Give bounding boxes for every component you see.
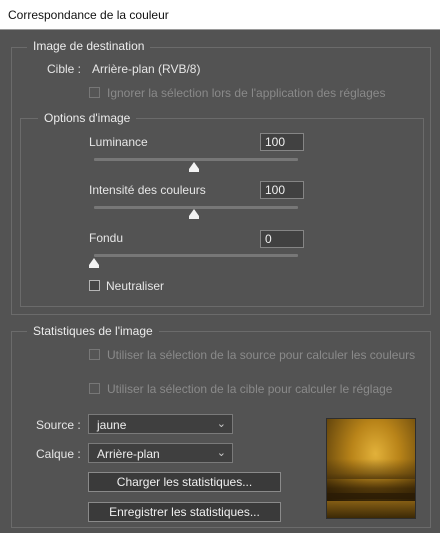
stats-legend: Statistiques de l'image xyxy=(27,324,159,338)
preview-water xyxy=(327,501,415,518)
luminance-input[interactable]: 100 xyxy=(260,133,304,151)
preview-shore xyxy=(327,493,415,499)
layer-select-value: Arrière-plan xyxy=(97,447,160,461)
chevron-down-icon: ⌄ xyxy=(216,447,226,459)
use-source-selection-label: Utiliser la sélection de la source pour … xyxy=(107,348,416,362)
use-source-selection-checkbox[interactable] xyxy=(89,349,100,360)
intensity-input[interactable]: 100 xyxy=(260,181,304,199)
load-stats-button[interactable]: Charger les statistiques... xyxy=(88,472,281,492)
intensity-label: Intensité des couleurs xyxy=(89,183,206,197)
intensity-slider-thumb[interactable] xyxy=(189,209,199,219)
layer-label: Calque : xyxy=(36,447,81,461)
save-stats-button[interactable]: Enregistrer les statistiques... xyxy=(88,502,281,522)
destination-legend: Image de destination xyxy=(27,39,151,53)
target-value: Arrière-plan (RVB/8) xyxy=(92,62,201,76)
use-target-selection-label: Utiliser la sélection de la cible pour c… xyxy=(107,382,393,396)
fade-slider-thumb[interactable] xyxy=(89,258,99,268)
fade-slider-track[interactable] xyxy=(94,254,298,257)
layer-select[interactable]: Arrière-plan ⌄ xyxy=(88,443,233,463)
neutralize-label: Neutraliser xyxy=(106,279,165,293)
preview-hill xyxy=(327,459,415,479)
ignore-selection-checkbox[interactable] xyxy=(89,87,100,98)
fade-input[interactable]: 0 xyxy=(260,230,304,248)
source-preview-image xyxy=(326,418,416,519)
neutralize-checkbox[interactable] xyxy=(89,280,100,291)
image-options-group xyxy=(20,118,424,307)
title-bar: Correspondance de la couleur xyxy=(0,0,440,30)
ignore-selection-label: Ignorer la sélection lors de l'applicati… xyxy=(107,86,386,100)
source-label: Source : xyxy=(36,418,81,432)
luminance-slider-track[interactable] xyxy=(94,158,298,161)
luminance-label: Luminance xyxy=(89,135,148,149)
target-label: Cible : xyxy=(47,62,82,76)
window-title: Correspondance de la couleur xyxy=(8,8,169,22)
source-select[interactable]: jaune ⌄ xyxy=(88,414,233,434)
use-target-selection-checkbox[interactable] xyxy=(89,383,100,394)
luminance-slider-thumb[interactable] xyxy=(189,162,199,172)
chevron-down-icon: ⌄ xyxy=(216,418,226,430)
image-options-legend: Options d'image xyxy=(38,111,137,125)
source-select-value: jaune xyxy=(97,418,127,432)
fade-label: Fondu xyxy=(89,231,124,245)
